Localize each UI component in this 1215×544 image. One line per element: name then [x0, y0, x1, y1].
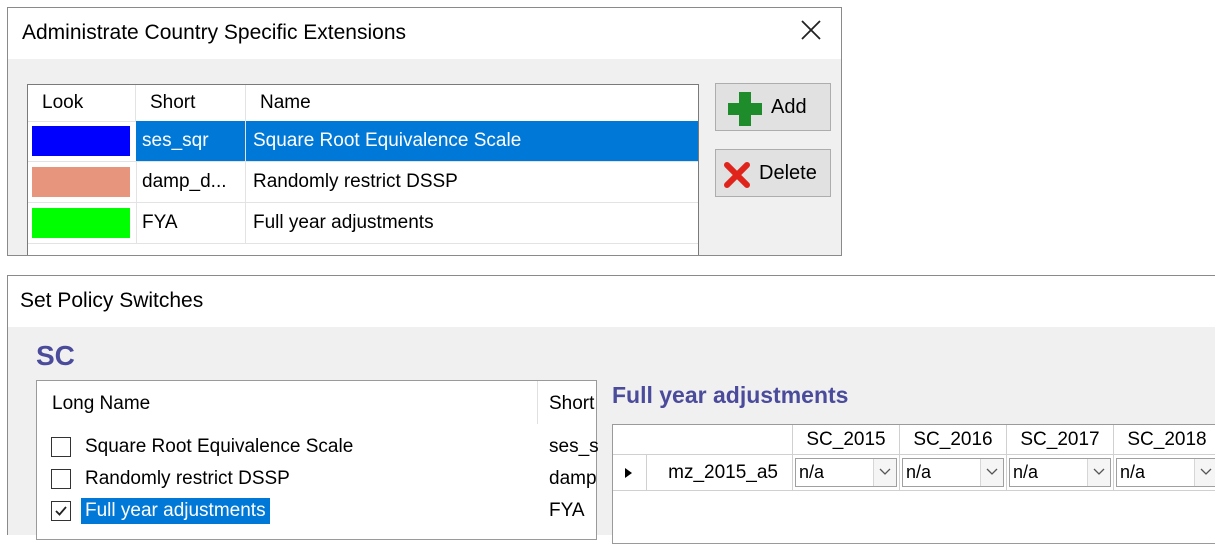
- dropdown-button[interactable]: [873, 459, 896, 486]
- list-item[interactable]: Randomly restrict DSSP damp: [37, 463, 597, 495]
- row-selector[interactable]: [613, 455, 647, 491]
- color-swatch: [32, 167, 130, 197]
- add-button-label: Add: [771, 96, 807, 118]
- switch-grid[interactable]: SC_2015 SC_2016 SC_2017 SC_2018 mz_2015_…: [612, 424, 1215, 544]
- detail-heading: Full year adjustments: [612, 382, 849, 408]
- look-cell[interactable]: [28, 162, 137, 202]
- column-divider[interactable]: [537, 381, 538, 424]
- switch-value: n/a: [906, 462, 932, 482]
- name-cell[interactable]: Randomly restrict DSSP: [246, 162, 698, 202]
- extensions-grid[interactable]: Look Short Name ses_sqr Square Root Equi…: [27, 84, 699, 255]
- column-header-sc-2018[interactable]: SC_2018: [1114, 425, 1215, 455]
- delete-button[interactable]: Delete: [715, 149, 831, 197]
- look-cell[interactable]: [28, 121, 137, 161]
- column-header-look[interactable]: Look: [28, 85, 136, 121]
- row-name: mz_2015_a5: [647, 455, 793, 491]
- list-item[interactable]: Square Root Equivalence Scale ses_s: [37, 431, 599, 463]
- policy-switches-dialog: Set Policy Switches SC Long Name Short S…: [7, 275, 1215, 544]
- grid-corner: [613, 425, 793, 455]
- short-cell[interactable]: ses_sqr: [136, 121, 246, 161]
- short-label: ses_s: [549, 436, 599, 457]
- list-item[interactable]: Full year adjustments FYA: [37, 495, 596, 527]
- dropdown-button[interactable]: [1194, 459, 1215, 486]
- switch-value: n/a: [1013, 462, 1039, 482]
- extensions-checklist[interactable]: Long Name Short Square Root Equivalence …: [36, 380, 599, 540]
- color-swatch: [32, 208, 130, 238]
- checkbox[interactable]: [51, 501, 71, 521]
- column-header-name[interactable]: Name: [246, 85, 698, 121]
- short-cell[interactable]: damp_d...: [136, 162, 246, 202]
- dropdown-button[interactable]: [980, 459, 1003, 486]
- long-name-label: Full year adjustments: [81, 498, 270, 524]
- list-header: Long Name Short: [37, 381, 596, 424]
- switch-dropdown[interactable]: n/a: [1009, 458, 1111, 487]
- dialog-title: Administrate Country Specific Extensions: [22, 21, 406, 44]
- red-x-icon: [724, 162, 750, 188]
- dropdown-button[interactable]: [1087, 459, 1110, 486]
- checkbox[interactable]: [51, 469, 71, 489]
- switch-value: n/a: [1120, 462, 1146, 482]
- long-name-label: Randomly restrict DSSP: [85, 468, 290, 489]
- column-header-sc-2015[interactable]: SC_2015: [793, 425, 900, 455]
- extension-row[interactable]: FYA Full year adjustments: [28, 203, 698, 244]
- row-pointer-icon: [625, 468, 632, 478]
- chevron-down-icon: [879, 468, 891, 475]
- chevron-down-icon: [986, 468, 998, 475]
- switch-value: n/a: [799, 462, 825, 482]
- name-cell[interactable]: Square Root Equivalence Scale: [246, 121, 698, 161]
- column-header-short[interactable]: Short: [549, 393, 594, 415]
- color-swatch: [32, 126, 130, 156]
- short-label: damp: [549, 468, 597, 489]
- green-plus-icon: [728, 92, 762, 126]
- dialog-titlebar: Administrate Country Specific Extensions: [8, 8, 841, 59]
- close-icon[interactable]: [797, 16, 825, 44]
- switch-cell[interactable]: n/a: [1007, 455, 1114, 491]
- short-label: FYA: [549, 500, 585, 521]
- dialog-title: Set Policy Switches: [20, 289, 204, 312]
- switch-dropdown[interactable]: n/a: [1116, 458, 1215, 487]
- column-header-short[interactable]: Short: [136, 85, 246, 121]
- section-heading: SC: [36, 340, 75, 371]
- column-header-sc-2016[interactable]: SC_2016: [900, 425, 1007, 455]
- chevron-down-icon: [1093, 468, 1105, 475]
- switch-cell[interactable]: n/a: [793, 455, 900, 491]
- country-extensions-dialog: Administrate Country Specific Extensions…: [7, 7, 842, 256]
- add-button[interactable]: Add: [715, 83, 831, 131]
- short-cell[interactable]: FYA: [136, 203, 246, 243]
- switch-dropdown[interactable]: n/a: [795, 458, 897, 487]
- checkbox[interactable]: [51, 437, 71, 457]
- extension-row[interactable]: ses_sqr Square Root Equivalence Scale: [28, 121, 698, 162]
- checkmark-icon: [55, 506, 67, 516]
- switch-dropdown[interactable]: n/a: [902, 458, 1004, 487]
- switch-cell[interactable]: n/a: [900, 455, 1007, 491]
- look-cell[interactable]: [28, 203, 137, 243]
- long-name-label: Square Root Equivalence Scale: [85, 436, 354, 457]
- switch-cell[interactable]: n/a: [1114, 455, 1215, 491]
- grid-header: Look Short Name: [28, 85, 698, 122]
- chevron-down-icon: [1200, 468, 1212, 475]
- name-cell[interactable]: Full year adjustments: [246, 203, 698, 243]
- delete-button-label: Delete: [759, 162, 817, 184]
- column-header-long-name[interactable]: Long Name: [52, 393, 150, 415]
- extension-row[interactable]: damp_d... Randomly restrict DSSP: [28, 162, 698, 203]
- column-header-sc-2017[interactable]: SC_2017: [1007, 425, 1114, 455]
- dialog-titlebar: Set Policy Switches: [8, 276, 1215, 327]
